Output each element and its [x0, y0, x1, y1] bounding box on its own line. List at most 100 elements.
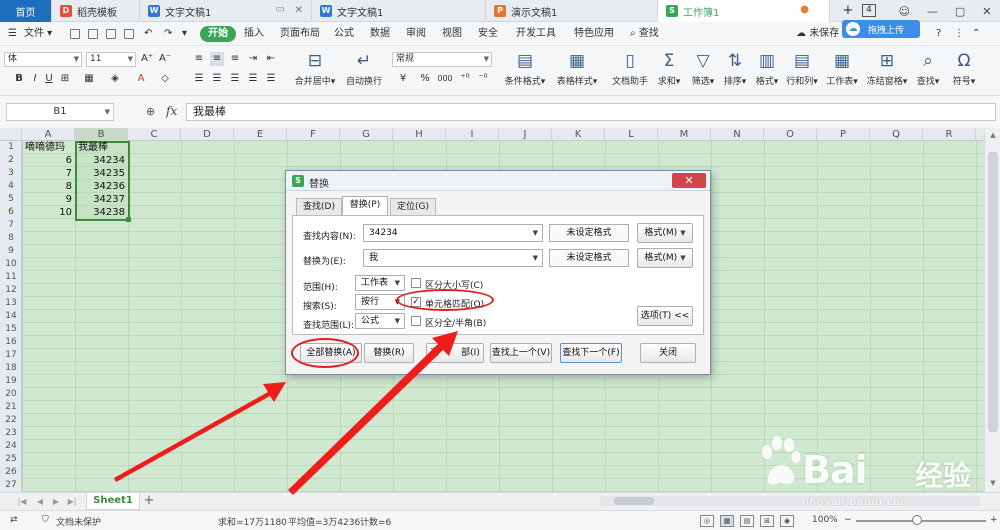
column-header-m[interactable]: M	[658, 128, 711, 141]
row-header-9[interactable]: 9	[0, 245, 22, 258]
cell-a2[interactable]: 6	[22, 154, 75, 167]
tab-replace[interactable]: 替换(P)	[342, 196, 388, 216]
last-sheet-icon[interactable]: ▶|	[66, 496, 78, 508]
italic-icon[interactable]: I	[28, 72, 42, 86]
tab-daoke-template[interactable]: D 稻壳模板	[52, 0, 140, 22]
protect-status[interactable]: 文档未保护	[56, 515, 101, 528]
scope-select[interactable]: 工作表 ▼	[355, 275, 405, 291]
menu-review[interactable]: 审阅	[406, 26, 426, 42]
sum-button[interactable]: Σ 求和▾	[654, 50, 684, 87]
wrap-text-button[interactable]: ↵ 自动换行	[342, 50, 386, 87]
scroll-up-icon[interactable]: ▲	[987, 130, 999, 140]
column-header-f[interactable]: F	[287, 128, 340, 141]
column-header-c[interactable]: C	[128, 128, 181, 141]
row-header-20[interactable]: 20	[0, 388, 22, 401]
look-in-select[interactable]: 公式 ▼	[355, 313, 405, 329]
preview-icon[interactable]	[124, 29, 134, 39]
find-button[interactable]: ⌕ 查找▾	[912, 50, 944, 87]
row-column-button[interactable]: ▤ 行和列▾	[784, 50, 820, 87]
row-header-2[interactable]: 2	[0, 154, 22, 167]
column-header-b[interactable]: B	[75, 128, 128, 141]
zoom-in-button[interactable]: +	[990, 515, 998, 525]
font-size-select[interactable]: 11 ▼	[86, 52, 136, 67]
close-window-icon[interactable]: ✕	[982, 5, 991, 18]
column-header-d[interactable]: D	[181, 128, 234, 141]
menu-data[interactable]: 数据	[370, 26, 390, 42]
fill-color-icon[interactable]: ◈	[108, 72, 122, 86]
menu-page-layout[interactable]: 页面布局	[280, 26, 320, 42]
number-format-select[interactable]: 常规 ▼	[392, 52, 492, 67]
tab-writer-doc-2[interactable]: W 文字文稿1	[312, 0, 486, 22]
hamburger-icon[interactable]: ☰	[8, 26, 17, 42]
sheet-tab-sheet1[interactable]: Sheet1	[86, 493, 140, 510]
menu-developer[interactable]: 开发工具	[516, 26, 556, 42]
tab-count-badge[interactable]: 4	[862, 4, 876, 17]
tab-workbook[interactable]: S 工作簿1 ●	[658, 0, 830, 22]
zoom-out-button[interactable]: −	[844, 515, 852, 525]
cell-b3[interactable]: 34235	[75, 167, 128, 180]
quick-access-more-icon[interactable]: ▾	[182, 26, 187, 42]
row-header-23[interactable]: 23	[0, 427, 22, 440]
add-sheet-button[interactable]: +	[142, 494, 156, 508]
tab-writer-doc-1[interactable]: W 文字文稿1 ▭ ✕	[140, 0, 312, 22]
column-header-j[interactable]: J	[499, 128, 552, 141]
tab-goto[interactable]: 定位(G)	[390, 198, 436, 215]
eye-protect-icon[interactable]: ◎	[700, 515, 714, 527]
filter-button[interactable]: ▽ 筛选▾	[688, 50, 718, 87]
prev-sheet-icon[interactable]: ◀	[34, 496, 46, 508]
column-header-q[interactable]: Q	[870, 128, 923, 141]
row-header-25[interactable]: 25	[0, 453, 22, 466]
find-all-button[interactable]: 查 部(I)	[426, 343, 484, 363]
options-button[interactable]: 选项(T) <<	[637, 306, 693, 326]
worksheet-button[interactable]: ▦ 工作表▾	[824, 50, 860, 87]
sort-button[interactable]: ⇅ 排序▾	[720, 50, 750, 87]
tab-find[interactable]: 查找(D)	[296, 198, 342, 215]
status-toggle-icon[interactable]: ⇄	[10, 515, 18, 525]
currency-icon[interactable]: ¥	[396, 72, 410, 86]
align-left-icon[interactable]: ☰	[192, 72, 206, 86]
doc-helper-button[interactable]: ▯ 文档助手	[610, 50, 650, 87]
row-header-17[interactable]: 17	[0, 349, 22, 362]
row-header-5[interactable]: 5	[0, 193, 22, 206]
row-header-11[interactable]: 11	[0, 271, 22, 284]
page-layout-view-icon[interactable]: ▤	[740, 515, 754, 527]
row-header-7[interactable]: 7	[0, 219, 22, 232]
border-icon[interactable]: ⊞	[58, 72, 72, 86]
undo-icon[interactable]: ↶	[144, 26, 152, 42]
zoom-level[interactable]: 100%	[812, 515, 838, 525]
column-header-l[interactable]: L	[605, 128, 658, 141]
maximize-icon[interactable]: ▢	[955, 5, 965, 18]
decrease-font-icon[interactable]: A⁻	[158, 52, 172, 66]
cell-a4[interactable]: 8	[22, 180, 75, 193]
match-width-checkbox[interactable]	[411, 316, 421, 326]
column-header-e[interactable]: E	[234, 128, 287, 141]
menu-view[interactable]: 视图	[442, 26, 462, 42]
select-all-corner[interactable]	[0, 128, 22, 141]
merge-center-button[interactable]: ⊟ 合并居中▾	[290, 50, 340, 87]
row-header-26[interactable]: 26	[0, 466, 22, 479]
redo-icon[interactable]: ↷	[164, 26, 172, 42]
column-header-a[interactable]: A	[22, 128, 75, 141]
freeze-panes-button[interactable]: ⊞ 冻结窗格▾	[866, 50, 908, 87]
row-header-12[interactable]: 12	[0, 284, 22, 297]
horizontal-scroll-thumb[interactable]	[614, 497, 654, 505]
row-header-8[interactable]: 8	[0, 232, 22, 245]
decrease-decimal-icon[interactable]: ⁻⁰	[476, 72, 490, 86]
align-center-icon[interactable]: ☰	[210, 72, 224, 86]
drag-upload-button[interactable]: ☁ 拖拽上传	[842, 20, 920, 38]
find-previous-button[interactable]: 查找上一个(V)	[490, 343, 552, 363]
table-style-button[interactable]: ▦ 表格样式▾	[552, 50, 602, 87]
indent-icon[interactable]: ⇥	[246, 52, 260, 66]
increase-font-icon[interactable]: A⁺	[140, 52, 154, 66]
row-header-10[interactable]: 10	[0, 258, 22, 271]
percent-button[interactable]: %	[418, 72, 432, 86]
justify-icon[interactable]: ☰	[246, 72, 260, 86]
font-color-icon[interactable]: A	[134, 72, 148, 86]
menu-start[interactable]: 开始	[200, 26, 236, 42]
font-name-select[interactable]: 体 ▼	[4, 52, 82, 67]
menu-search[interactable]: ⌕ 查找	[630, 26, 659, 42]
row-header-6[interactable]: 6	[0, 206, 22, 219]
tab-home[interactable]: 首页	[0, 0, 52, 22]
cell-b6[interactable]: 34238	[75, 206, 128, 219]
cell-a1[interactable]: 嘀嘀德玛	[22, 141, 75, 154]
